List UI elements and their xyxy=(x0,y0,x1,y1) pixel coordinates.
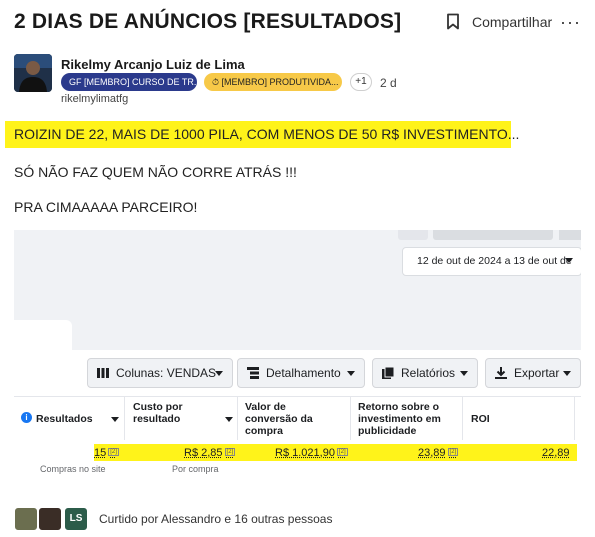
avatar xyxy=(38,507,62,531)
bookmark-icon xyxy=(446,13,460,30)
badge-prefix: GF xyxy=(69,77,82,87)
breakdown-icon xyxy=(247,367,259,379)
export-button: Exportar xyxy=(485,358,581,388)
author-avatar[interactable] xyxy=(14,54,52,92)
breakdown-button: Detalhamento xyxy=(237,358,365,388)
post-text-line: PRA CIMAAAAA PARCEIRO! xyxy=(14,199,198,215)
table-header-border xyxy=(14,396,581,397)
author-name[interactable]: Rikelmy Arcanjo Luiz de Lima xyxy=(61,57,245,72)
cell-return: 23,89 [2] xyxy=(418,447,459,459)
post-text-line: SÓ NÃO FAZ QUEM NÃO CORRE ATRÁS !!! xyxy=(14,164,297,180)
toolbar-fragment xyxy=(559,230,581,240)
reports-button: Relatórios xyxy=(372,358,478,388)
more-badges-button[interactable]: +1 xyxy=(350,73,372,91)
column-divider xyxy=(237,396,238,440)
cell-cost: R$ 2,85 [2] xyxy=(184,447,236,459)
cell-roi: 22,89 xyxy=(542,447,570,459)
chevron-down-icon xyxy=(215,371,223,376)
likers-avatars[interactable]: LS xyxy=(14,507,90,531)
info-icon: i xyxy=(21,412,32,423)
share-label: Compartilhar xyxy=(472,13,553,30)
download-icon xyxy=(495,367,507,379)
column-divider xyxy=(124,396,125,440)
chevron-down-icon xyxy=(563,371,571,376)
share-button[interactable]: Compartilhar xyxy=(446,13,552,30)
column-header-return: Retorno sobre o investimento em publicid… xyxy=(358,401,441,437)
cell-cost-subtitle: Por compra xyxy=(172,464,219,474)
cell-conversion: R$ 1.021,90 [2] xyxy=(275,447,348,459)
columns-icon xyxy=(97,368,109,378)
chevron-down-icon xyxy=(565,258,573,263)
toolbar-fragment xyxy=(398,230,428,240)
date-range-label: 12 de out de 2024 a 13 de out de xyxy=(417,255,572,267)
columns-button: Colunas: VENDAS xyxy=(87,358,233,388)
chevron-down-icon xyxy=(460,371,468,376)
post-text-line: ROIZIN DE 22, MAIS DE 1000 PILA, COM MEN… xyxy=(14,126,520,142)
column-divider xyxy=(462,396,463,440)
post-time[interactable]: 2 d xyxy=(380,76,397,90)
cell-results-subtitle: Compras no site xyxy=(40,464,106,474)
badge-label: [MEMBRO] PRODUTIVIDA... xyxy=(221,77,339,87)
post-title: 2 DIAS DE ANÚNCIOS [RESULTADOS] xyxy=(14,10,402,33)
likes-summary[interactable]: Curtido por Alessandro e 16 outras pesso… xyxy=(99,512,332,526)
breakdown-label: Detalhamento xyxy=(266,366,341,380)
column-divider xyxy=(350,396,351,440)
reports-icon xyxy=(382,367,394,379)
reports-label: Relatórios xyxy=(401,366,456,380)
badge-label: [MEMBRO] CURSO DE TR... xyxy=(84,77,197,87)
cell-results: 15 [2] xyxy=(94,447,119,459)
author-handle: rikelmylimatfg xyxy=(61,93,129,105)
chevron-down-icon xyxy=(347,371,355,376)
membership-badge[interactable]: GF [MEMBRO] CURSO DE TR... xyxy=(61,73,197,91)
column-divider xyxy=(574,396,575,440)
date-range-selector: 12 de out de 2024 a 13 de out de xyxy=(402,247,581,276)
chevron-down-icon xyxy=(225,417,233,422)
avatar: LS xyxy=(64,507,88,531)
membership-badge[interactable]: ⏱ [MEMBRO] PRODUTIVIDA... xyxy=(204,73,342,91)
columns-label: Colunas: VENDAS xyxy=(116,366,217,380)
column-header-conversion: Valor de conversão da compra xyxy=(245,401,313,437)
column-header-cost: Custo por resultado xyxy=(133,401,183,425)
export-label: Exportar xyxy=(514,366,560,380)
chevron-down-icon xyxy=(111,417,119,422)
ads-manager-screenshot: 12 de out de 2024 a 13 de out de Colunas… xyxy=(14,230,581,480)
timer-icon: ⏱ xyxy=(212,77,220,87)
avatar xyxy=(14,507,38,531)
more-options-button[interactable]: ··· xyxy=(560,12,581,33)
toolbar-fragment xyxy=(433,230,553,240)
